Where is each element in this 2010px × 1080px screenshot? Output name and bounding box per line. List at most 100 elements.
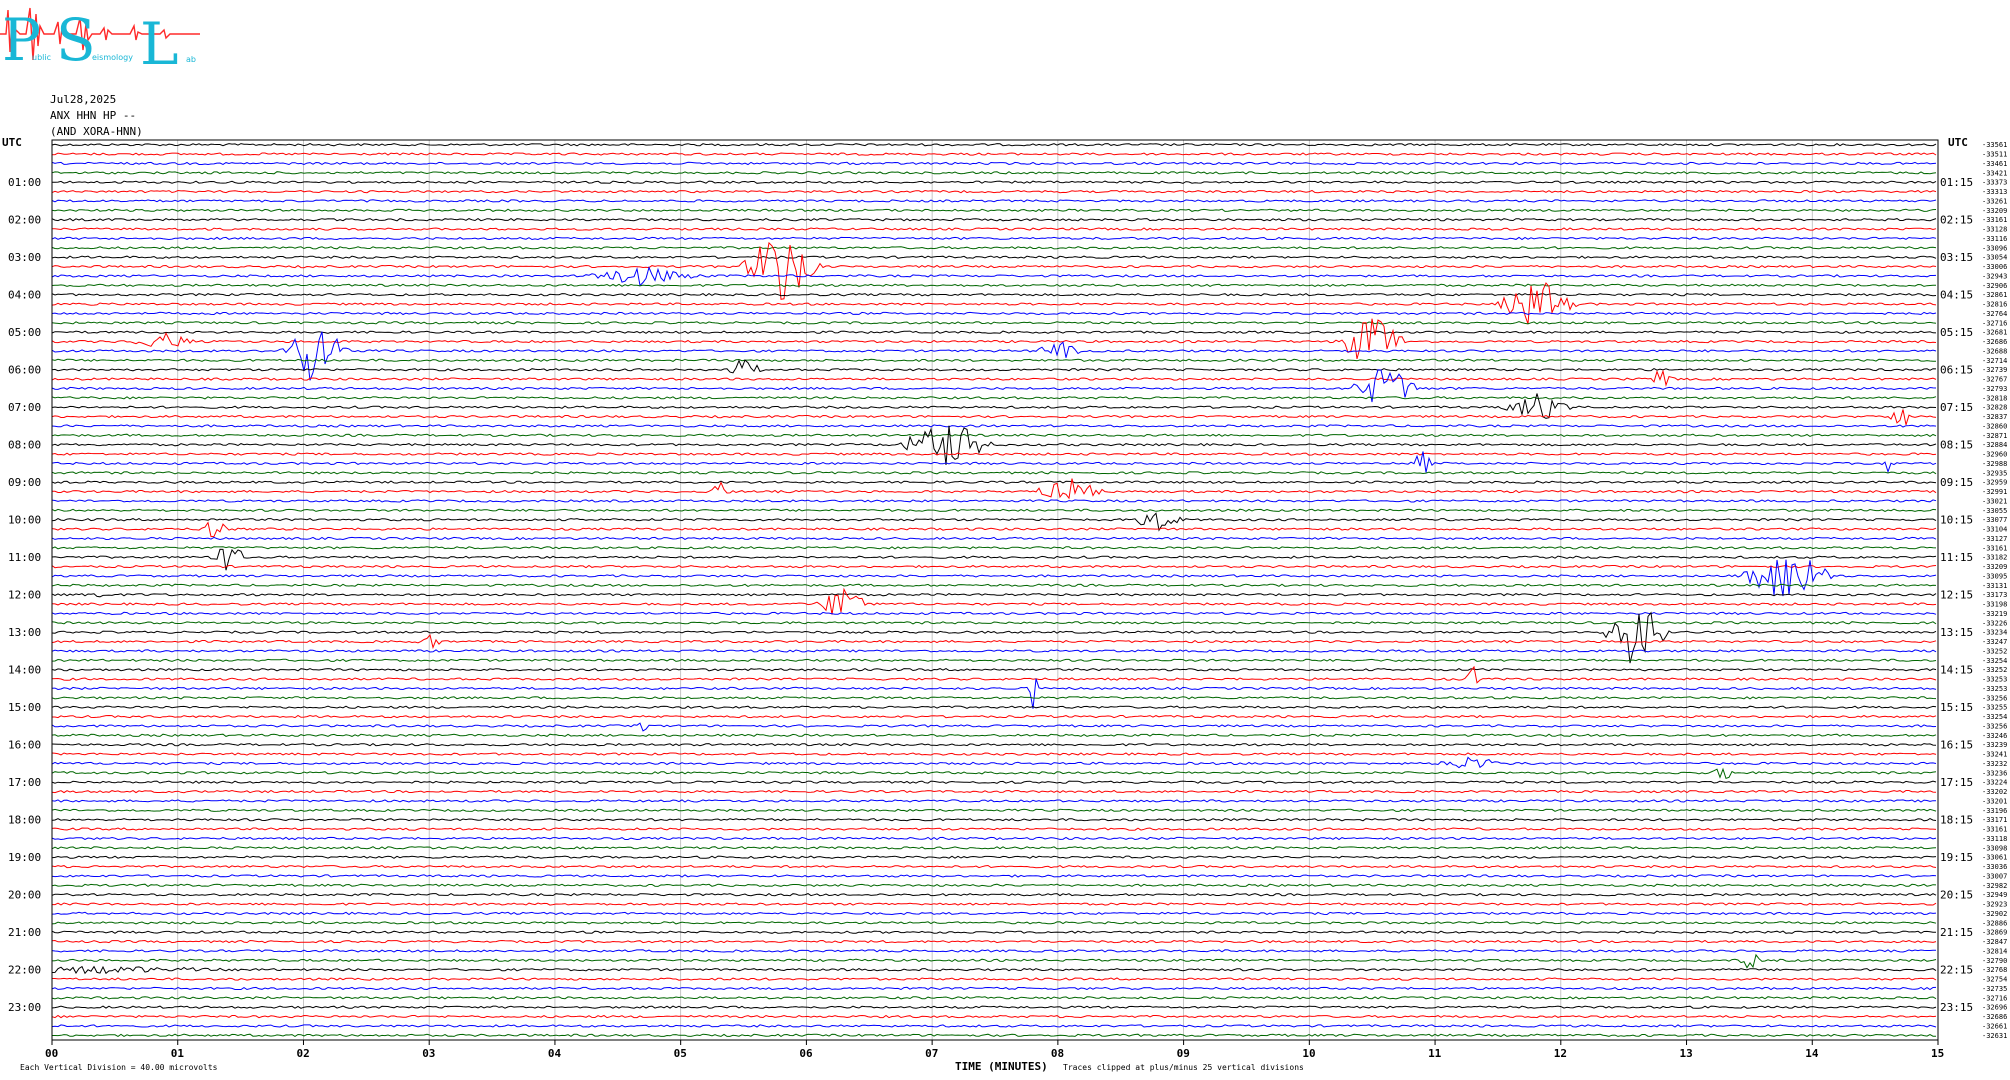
seismogram-trace bbox=[51, 161, 1937, 166]
trace-offset-label: -33095 bbox=[1982, 572, 2007, 580]
trace-offset-label: -33021 bbox=[1982, 497, 2007, 505]
seismogram-trace bbox=[51, 930, 1937, 934]
seismogram-trace bbox=[51, 883, 1937, 887]
right-hour-label: 05:15 bbox=[1940, 326, 1973, 339]
seismogram-trace bbox=[52, 902, 1937, 906]
seismogram-trace bbox=[51, 208, 1937, 212]
seismogram-trace bbox=[51, 621, 1937, 625]
left-hour-label: 08:00 bbox=[8, 439, 41, 452]
psl-logo: P S L ublic eismology ab bbox=[0, 6, 200, 76]
trace-offset-label: -32923 bbox=[1982, 901, 2007, 909]
seismogram-trace bbox=[51, 171, 1937, 175]
right-hour-label: 04:15 bbox=[1940, 289, 1973, 302]
trace-offset-label: -33198 bbox=[1982, 601, 2007, 609]
seismogram-trace bbox=[51, 330, 1937, 334]
x-tick-labels: 00 01 02 03 04 05 06 07 08 09 10 11 12 13 14 15 bbox=[45, 1047, 1944, 1060]
seismogram-trace bbox=[51, 593, 1937, 598]
seismogram-trace bbox=[51, 152, 1937, 156]
right-axis-title: UTC bbox=[1948, 136, 1968, 149]
seismogram-trace bbox=[51, 587, 1937, 615]
trace-offset-label: -32884 bbox=[1982, 441, 2007, 449]
trace-offset-label: -32681 bbox=[1982, 329, 2007, 337]
trace-offset-label: -33226 bbox=[1982, 619, 2007, 627]
x-tick-label: 04 bbox=[548, 1047, 562, 1060]
left-hour-label: 09:00 bbox=[8, 476, 41, 489]
seismogram-trace bbox=[51, 611, 1937, 616]
seismogram-trace bbox=[51, 217, 1937, 222]
seismogram-trace bbox=[51, 827, 1937, 831]
right-hour-label: 06:15 bbox=[1940, 364, 1973, 377]
right-hour-label: 16:15 bbox=[1940, 739, 1973, 752]
x-tick-label: 15 bbox=[1931, 1047, 1944, 1060]
trace-offset-label: -32871 bbox=[1982, 432, 2007, 440]
trace-offset-label: -32991 bbox=[1982, 488, 2007, 496]
trace-offset-label: -33128 bbox=[1982, 226, 2007, 234]
trace-offset-label: -33036 bbox=[1982, 863, 2007, 871]
seismogram-trace bbox=[51, 424, 1937, 428]
seismogram-trace bbox=[51, 1024, 1937, 1028]
trace-offset-label: -33161 bbox=[1982, 826, 2007, 834]
logo-word-ab: ab bbox=[186, 55, 196, 64]
trace-offset-label: -32696 bbox=[1982, 1004, 2007, 1012]
trace-offset-label: -33232 bbox=[1982, 760, 2007, 768]
right-hour-label: 19:15 bbox=[1940, 851, 1973, 864]
x-tick-label: 01 bbox=[171, 1047, 185, 1060]
trace-offset-label: -33182 bbox=[1982, 554, 2007, 562]
x-tick-label: 09 bbox=[1177, 1047, 1190, 1060]
seismogram-trace bbox=[51, 808, 1937, 812]
seismogram-trace bbox=[51, 199, 1937, 203]
trace-offset-label: -32754 bbox=[1982, 976, 2007, 984]
logo-word-ublic: ublic bbox=[32, 53, 51, 62]
trace-offset-label: -33261 bbox=[1982, 197, 2007, 205]
seismogram-trace bbox=[51, 799, 1937, 803]
right-hour-label: 21:15 bbox=[1940, 926, 1973, 939]
trace-offset-label: -32959 bbox=[1982, 479, 2007, 487]
trace-offset-label: -32816 bbox=[1982, 301, 2007, 309]
trace-offset-label: -32869 bbox=[1982, 929, 2007, 937]
trace-offset-label: -32716 bbox=[1982, 319, 2007, 327]
trace-offset-label: -33061 bbox=[1982, 854, 2007, 862]
seismogram-trace bbox=[51, 921, 1937, 925]
seismogram-trace bbox=[51, 1014, 1937, 1019]
left-hour-label: 15:00 bbox=[8, 701, 41, 714]
left-hour-label: 03:00 bbox=[8, 251, 41, 264]
seismogram-trace bbox=[51, 564, 1937, 569]
clipping-note: Traces clipped at plus/minus 25 vertical… bbox=[1063, 1063, 1304, 1072]
left-axis-title: UTC bbox=[2, 136, 22, 149]
seismogram-trace bbox=[51, 546, 1937, 550]
trace-offset-label: -32982 bbox=[1982, 882, 2007, 890]
x-tick-label: 11 bbox=[1428, 1047, 1442, 1060]
left-hour-label: 20:00 bbox=[8, 889, 41, 902]
right-hour-label: 12:15 bbox=[1940, 589, 1973, 602]
seismogram-trace bbox=[51, 696, 1937, 700]
seismogram-trace bbox=[51, 471, 1937, 475]
seismogram-trace bbox=[51, 633, 1937, 650]
seismogram-trace bbox=[51, 189, 1937, 194]
right-hour-label: 18:15 bbox=[1940, 814, 1973, 827]
seismogram-trace bbox=[51, 396, 1937, 400]
right-hour-label: 13:15 bbox=[1940, 626, 1973, 639]
seismogram-trace bbox=[51, 939, 1937, 944]
seismogram-trace bbox=[51, 733, 1937, 737]
right-hour-label: 11:15 bbox=[1940, 551, 1973, 564]
trace-offset-label: -33256 bbox=[1982, 722, 2007, 730]
trace-offset-label: -33096 bbox=[1982, 244, 2007, 252]
trace-offset-label: -33313 bbox=[1982, 188, 2007, 196]
seismogram-trace bbox=[51, 265, 1937, 287]
trace-offset-label: -32793 bbox=[1982, 385, 2007, 393]
trace-offset-label: -32631 bbox=[1982, 1032, 2007, 1040]
trace-offset-label: -32735 bbox=[1982, 985, 2007, 993]
trace-offset-label: -32818 bbox=[1982, 394, 2007, 402]
seismogram-trace bbox=[51, 499, 1937, 503]
right-hour-label: 03:15 bbox=[1940, 251, 1973, 264]
left-hour-label: 21:00 bbox=[8, 926, 41, 939]
right-hour-label: 10:15 bbox=[1940, 514, 1973, 527]
right-hour-label: 14:15 bbox=[1940, 664, 1973, 677]
seismogram-trace bbox=[51, 767, 1937, 780]
trace-offset-label: -33098 bbox=[1982, 844, 2007, 852]
seismogram-trace bbox=[51, 508, 1937, 512]
x-tick-label: 05 bbox=[674, 1047, 687, 1060]
trace-offset-label: -33252 bbox=[1982, 647, 2007, 655]
seismogram-trace bbox=[51, 818, 1937, 822]
trace-offset-label: -32686 bbox=[1982, 1013, 2007, 1021]
